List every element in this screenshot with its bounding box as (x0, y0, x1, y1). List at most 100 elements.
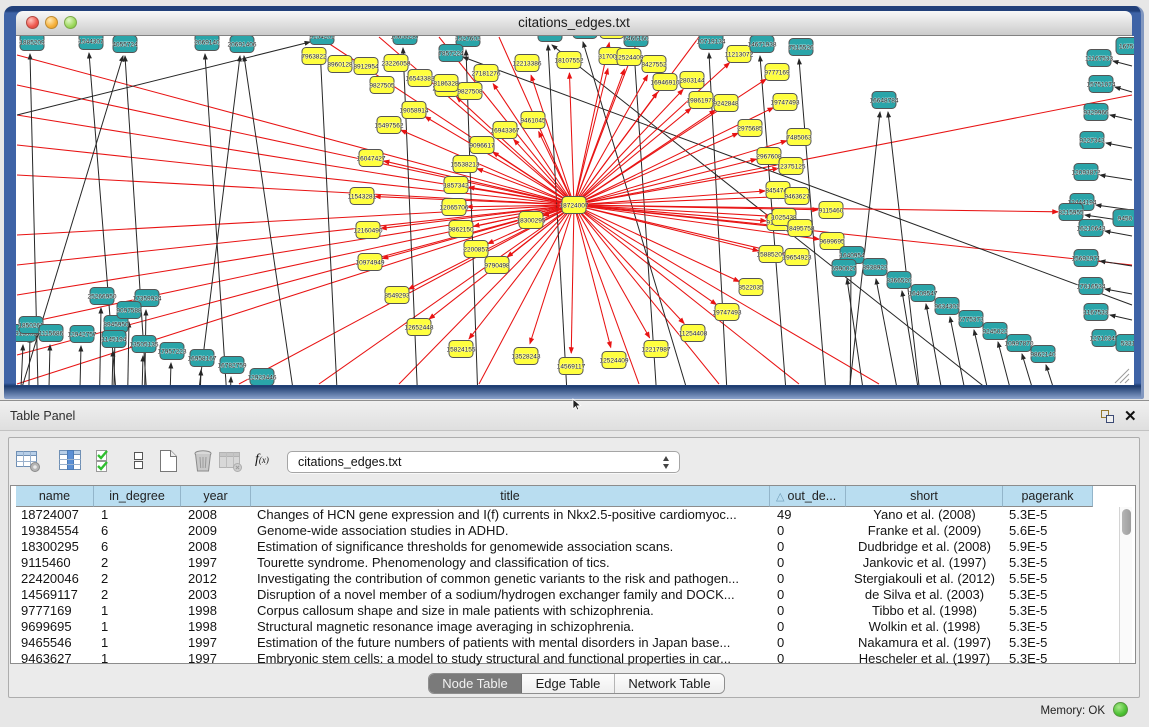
column-header-out_de[interactable]: △ out_de... (770, 486, 846, 507)
graph-edge (514, 140, 574, 205)
table-row[interactable]: 1456911722003Disruption of a novel membe… (11, 587, 1135, 603)
graph-node-label: 9827505 (369, 83, 395, 90)
table-row[interactable]: 1938455462009Genome-wide association stu… (11, 523, 1135, 539)
table-cell: 18724007 (16, 507, 94, 523)
graph-edge (169, 363, 171, 385)
graph-node-label: 2803144 (679, 78, 705, 85)
column-header-year[interactable]: year (181, 486, 251, 507)
function-builder-icon[interactable]: f(x) (255, 452, 269, 468)
graph-node-label: 8549293 (384, 293, 410, 300)
table-panel: f(x) citations_edges.txt namein_degreeye… (8, 437, 1140, 698)
table-cell: 19384554 (16, 523, 94, 539)
row-options-icon[interactable] (125, 448, 153, 475)
graph-node-label: 1857342 (443, 183, 469, 190)
resize-grip[interactable] (1115, 369, 1129, 383)
table-cell: 2008 (181, 507, 251, 523)
table-row[interactable]: 977716911998Corpus callosum shape and si… (11, 603, 1135, 619)
graph-node[interactable] (573, 36, 597, 39)
table-row[interactable]: 1830029562008Estimation of significance … (11, 539, 1135, 555)
table-row[interactable]: 911546021997Tourette syndrome. Phenomeno… (11, 555, 1135, 571)
graph-node-label: 9862140 (1030, 352, 1056, 359)
graph-node-label: 9242848 (713, 101, 739, 108)
table-cell: 6 (94, 523, 181, 539)
graph-node-label: 8522035 (738, 285, 764, 292)
float-panel-icon[interactable] (1101, 410, 1115, 424)
table-cell: 1998 (181, 603, 251, 619)
table-cell: 1997 (181, 635, 251, 651)
graph-node-label: 18495758 (786, 226, 815, 233)
graph-node-label: 2975685 (737, 126, 763, 133)
table-cell: 2012 (181, 571, 251, 587)
graph-node-label: 2069140 (194, 40, 220, 47)
new-table-icon[interactable] (155, 448, 183, 475)
network-canvas[interactable]: 1872400713528243158241551265244885492931… (16, 36, 1134, 385)
column-header-pagerank[interactable]: pagerank (1003, 486, 1093, 507)
graph-node-label: 9245022 (982, 329, 1008, 336)
graph-node-label: 7963822 (301, 54, 327, 61)
table-row[interactable]: 2242004622012Investigating the contribut… (11, 571, 1135, 587)
select-columns-icon[interactable] (93, 448, 121, 475)
table-cell: Hescheler et al. (1997) (846, 651, 1003, 667)
scrollbar-thumb[interactable] (1122, 509, 1131, 535)
window-title: citations_edges.txt (16, 15, 1132, 30)
tab-node-table[interactable]: Node Table (429, 674, 522, 694)
graph-node-label: 7485063 (786, 135, 812, 142)
tab-edge-table[interactable]: Edge Table (522, 674, 615, 694)
graph-node-label: 1885209 (19, 40, 45, 47)
graph-node-label: 9329966 (1083, 110, 1109, 117)
table-cell: 9777169 (16, 603, 94, 619)
table-row[interactable]: 969969511998Structural magnetic resonanc… (11, 619, 1135, 635)
close-panel-icon[interactable]: ✕ (1124, 407, 1137, 425)
graph-edge (399, 205, 574, 384)
table-cell: 5.9E-5 (1003, 539, 1093, 555)
graph-node-label: 11254408 (679, 331, 708, 338)
graph-edge (850, 267, 851, 385)
graph-node-label: 27181276 (472, 71, 501, 78)
graph-edge (17, 42, 310, 115)
graph-node-label: 10974949 (356, 260, 385, 267)
delete-table-icon[interactable] (190, 448, 218, 475)
window-titlebar[interactable]: citations_edges.txt (16, 11, 1132, 36)
column-header-in_degree[interactable]: in_degree (94, 486, 181, 507)
graph-edge (194, 56, 240, 385)
column-header-name[interactable]: name (16, 486, 94, 507)
table-cell: 2 (94, 571, 181, 587)
column-selector-icon[interactable] (57, 448, 85, 475)
table-cell: 1 (94, 507, 181, 523)
table-row[interactable]: 946362711997Embryonic stem cells: a mode… (11, 651, 1135, 667)
table-cell: 1 (94, 651, 181, 667)
table-row[interactable]: 946554611997Estimation of the future num… (11, 635, 1135, 651)
table-cell: 5.3E-5 (1003, 587, 1093, 603)
graph-node-label: 1115686 (39, 331, 64, 338)
graph-node-label: 2967608 (756, 154, 782, 161)
graph-node-label: 16047427 (357, 156, 386, 163)
table-cell: 5.3E-5 (1003, 635, 1093, 651)
column-header-title[interactable]: title (251, 486, 770, 507)
table-scrollbar[interactable] (1119, 507, 1132, 663)
tab-network-table[interactable]: Network Table (615, 674, 724, 694)
graph-node-label: 1544307 (78, 39, 104, 46)
graph-node[interactable] (600, 36, 624, 39)
graph-node-label: 19747493 (771, 100, 800, 107)
table-row[interactable]: 1872400712008Changes of HCN gene express… (11, 507, 1135, 523)
graph-node-label: 15751074 (1087, 82, 1116, 89)
graph-node-label: 9827508 (457, 89, 483, 96)
graph-node-label: 12093872 (1072, 170, 1101, 177)
table-cell: 49 (770, 507, 846, 523)
table-body: 1872400712008Changes of HCN gene express… (11, 507, 1135, 663)
graph-node-label: 9634301 (934, 304, 960, 311)
table-cell: Jankovic et al. (1997) (846, 555, 1003, 571)
table-settings-icon[interactable] (15, 448, 43, 475)
memory-status-label: Memory: OK (990, 705, 1105, 717)
graph-node-label: 8912954 (353, 64, 379, 71)
column-header-short[interactable]: short (846, 486, 1003, 507)
table-select-dropdown[interactable]: citations_edges.txt (287, 451, 680, 473)
graph-edge (634, 50, 659, 385)
graph-node-label: 16543382 (406, 76, 435, 83)
graph-node-label: 5331 (1121, 341, 1134, 348)
graph-node-label: 8186328 (433, 81, 459, 88)
graph-node-label: 18724007 (560, 203, 589, 210)
graph-edge (574, 69, 608, 205)
table-cell: Tibbo et al. (1998) (846, 603, 1003, 619)
graph-node-label: 12375125 (777, 164, 806, 171)
